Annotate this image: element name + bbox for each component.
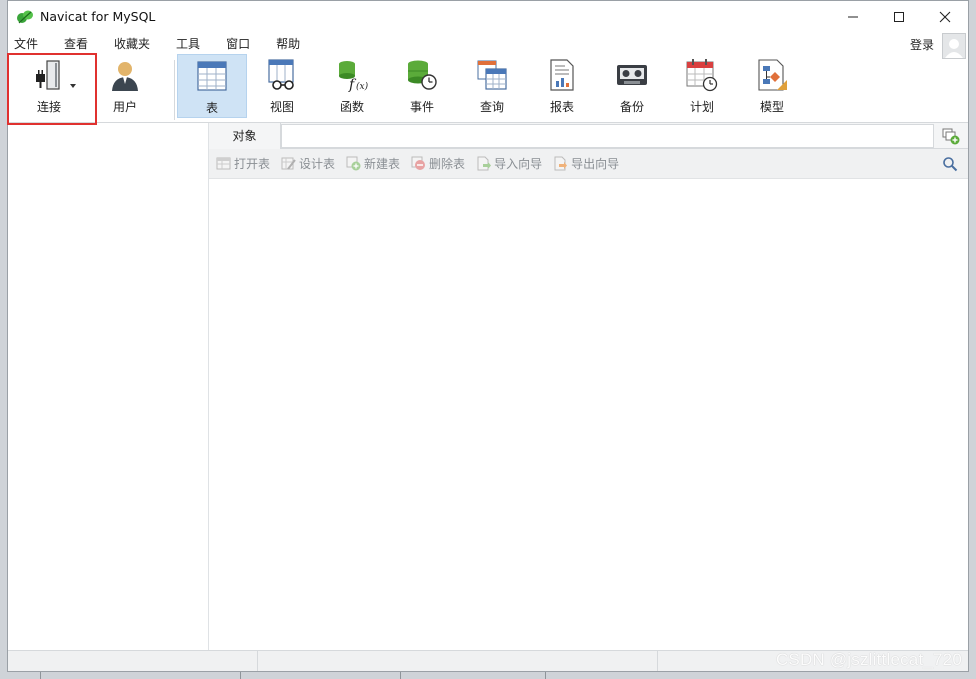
menu-window[interactable]: 窗口 <box>220 35 262 52</box>
export-wizard-icon <box>552 156 568 172</box>
toolbar-view-label: 视图 <box>269 100 294 114</box>
connection-dropdown-arrow-icon[interactable] <box>70 84 76 88</box>
close-button[interactable] <box>922 1 968 32</box>
menu-bar: 文件 查看 收藏夹 工具 窗口 帮助 登录 <box>8 32 968 59</box>
open-table-label: 打开表 <box>234 157 271 171</box>
toolbar-report-button[interactable]: 报表 <box>527 54 597 118</box>
navicat-leaf-icon <box>17 10 33 23</box>
report-icon <box>545 58 579 92</box>
background-divider <box>240 672 241 679</box>
export-wizard-label: 导出向导 <box>571 157 620 171</box>
svg-text:(x): (x) <box>356 81 369 92</box>
navicat-window: Navicat for MySQL 文件 查看 收藏夹 工具 窗口 帮助 登录 <box>7 0 969 672</box>
toolbar-schedule-label: 计划 <box>689 100 714 114</box>
toolbar-backup-label: 备份 <box>619 100 644 114</box>
open-table-button[interactable]: 打开表 <box>215 155 270 172</box>
new-table-button[interactable]: 新建表 <box>345 155 400 172</box>
toolbar-function-label: 函数 <box>339 100 364 114</box>
toolbar-event-label: 事件 <box>409 100 434 114</box>
import-wizard-icon <box>475 156 491 172</box>
new-table-label: 新建表 <box>364 157 401 171</box>
minimize-icon <box>848 16 858 17</box>
toolbar-function-button[interactable]: f (x) 函数 <box>317 54 387 118</box>
new-object-tab-button[interactable] <box>940 125 962 147</box>
tab-objects-label: 对象 <box>232 129 257 143</box>
toolbar-separator <box>174 60 175 120</box>
background-divider <box>400 672 401 679</box>
toolbar-query-label: 查询 <box>479 100 504 114</box>
status-segment-middle <box>258 651 658 671</box>
model-icon <box>755 58 789 92</box>
toolbar-model-label: 模型 <box>759 100 784 114</box>
import-wizard-label: 导入向导 <box>494 157 543 171</box>
toolbar-table-button[interactable]: 表 <box>177 54 247 118</box>
status-segment-left <box>8 651 258 671</box>
open-table-icon <box>215 156 231 172</box>
toolbar-model-button[interactable]: 模型 <box>737 54 807 118</box>
toolbar-query-button[interactable]: 查询 <box>457 54 527 118</box>
new-table-icon <box>345 156 361 172</box>
import-wizard-button[interactable]: 导入向导 <box>475 155 542 172</box>
connection-tree-pane[interactable] <box>8 123 209 650</box>
backup-icon <box>615 58 649 92</box>
delete-table-button[interactable]: 删除表 <box>410 155 465 172</box>
toolbar-user-button[interactable]: 用户 <box>90 54 160 118</box>
object-pane: 对象 打开表 设计表 新建表 删除表 导入向导 导出向导 <box>209 122 968 650</box>
csdn-watermark: CSDN @jszlittlecat_720 <box>775 650 962 669</box>
object-tab-header: 对象 <box>209 122 968 149</box>
toolbar-connection-button[interactable]: 连接 <box>14 54 84 118</box>
window-controls <box>830 1 968 32</box>
search-icon <box>943 157 958 172</box>
table-icon <box>195 59 229 93</box>
toolbar-schedule-button[interactable]: 计划 <box>667 54 737 118</box>
main-toolbar: 连接 用户 表 视图 f (x) 函数 事件 查询 报表 备份 计划 模型 <box>8 54 968 123</box>
menu-help[interactable]: 帮助 <box>270 35 312 52</box>
menu-favorites[interactable]: 收藏夹 <box>108 35 162 52</box>
toolbar-table-label: 表 <box>205 101 218 115</box>
toolbar-user-label: 用户 <box>112 100 137 114</box>
close-icon <box>939 11 951 22</box>
delete-table-label: 删除表 <box>429 157 466 171</box>
add-tab-icon <box>942 128 960 144</box>
toolbar-report-label: 报表 <box>549 100 574 114</box>
design-table-label: 设计表 <box>299 157 336 171</box>
function-icon: f (x) <box>335 58 369 92</box>
title-bar: Navicat for MySQL <box>8 1 968 32</box>
design-table-button[interactable]: 设计表 <box>280 155 335 172</box>
tab-objects[interactable]: 对象 <box>209 122 281 149</box>
maximize-button[interactable] <box>876 1 922 32</box>
background-divider <box>545 672 546 679</box>
main-body: 对象 打开表 设计表 新建表 删除表 导入向导 导出向导 <box>8 122 968 650</box>
search-button[interactable] <box>942 156 958 175</box>
event-icon <box>405 58 439 92</box>
minimize-button[interactable] <box>830 1 876 32</box>
export-wizard-button[interactable]: 导出向导 <box>552 155 619 172</box>
menu-view[interactable]: 查看 <box>58 35 100 52</box>
toolbar-event-button[interactable]: 事件 <box>387 54 457 118</box>
design-table-icon <box>280 156 296 172</box>
delete-table-icon <box>410 156 426 172</box>
connection-icon <box>32 58 66 92</box>
toolbar-backup-button[interactable]: 备份 <box>597 54 667 118</box>
login-link[interactable]: 登录 <box>910 36 934 53</box>
menu-file[interactable]: 文件 <box>8 35 50 52</box>
schedule-icon <box>685 58 719 92</box>
toolbar-view-button[interactable]: 视图 <box>247 54 317 118</box>
toolbar-connection-label: 连接 <box>36 100 61 114</box>
object-action-bar: 打开表 设计表 新建表 删除表 导入向导 导出向导 <box>209 149 968 179</box>
maximize-icon <box>894 11 904 22</box>
window-title: Navicat for MySQL <box>40 9 156 24</box>
object-tab-strip <box>281 123 934 148</box>
object-list-area[interactable] <box>209 179 968 650</box>
query-icon <box>475 58 509 92</box>
background-divider <box>40 672 41 679</box>
desktop-background-strip <box>0 672 976 679</box>
view-icon <box>265 58 299 92</box>
menu-tools[interactable]: 工具 <box>170 35 212 52</box>
user-icon <box>108 58 142 92</box>
